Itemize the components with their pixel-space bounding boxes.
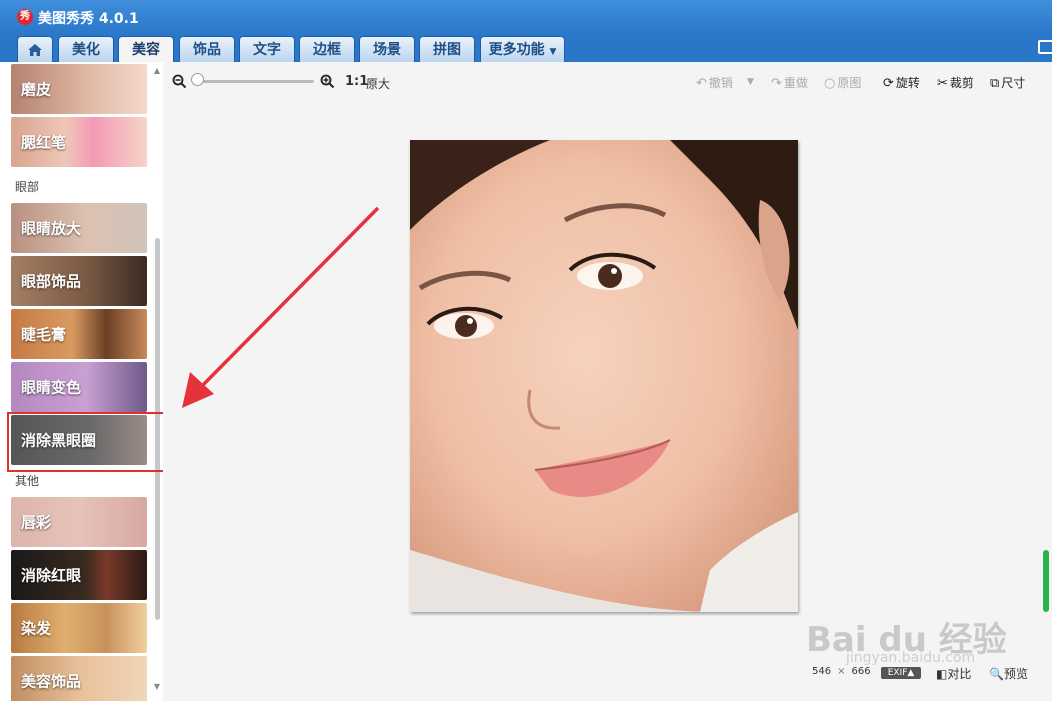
tab-beautify[interactable]: 美化 <box>58 36 114 62</box>
tab-border[interactable]: 边框 <box>299 36 355 62</box>
undo-label: 撤销 <box>708 76 733 90</box>
image-dimensions: 546 × 666 <box>812 666 871 677</box>
tool-remove-red-eye[interactable]: 消除红眼 <box>11 550 147 600</box>
section-other: 其他 <box>15 474 40 488</box>
dimension-separator: × <box>837 666 846 677</box>
zoom-slider-track[interactable] <box>197 80 314 83</box>
compare-button[interactable]: ◧对比 <box>936 665 971 682</box>
folder-icon[interactable] <box>1038 40 1052 54</box>
canvas-scroll-indicator[interactable] <box>1043 550 1049 612</box>
zoom-out-icon[interactable] <box>172 74 187 89</box>
redo-icon: ↷ <box>771 76 782 91</box>
scissors-icon: ✂ <box>937 76 948 91</box>
undo-icon: ↶ <box>696 76 707 91</box>
more-features-label: 更多功能 <box>488 42 545 58</box>
circle-icon: ○ <box>824 76 836 91</box>
chevron-down-icon: ▼ <box>747 77 754 87</box>
tool-beauty-accessories[interactable]: 美容饰品 <box>11 656 147 701</box>
tool-label: 消除红眼 <box>21 566 82 585</box>
tool-lip-color[interactable]: 唇彩 <box>11 497 147 547</box>
tab-scene[interactable]: 场景 <box>359 36 415 62</box>
preview-button[interactable]: 🔍预览 <box>989 665 1028 682</box>
crop-button[interactable]: ✂ 裁剪 <box>937 74 974 91</box>
app-title: 美图秀秀 4.0.1 <box>38 11 139 27</box>
preview-label: 预览 <box>1003 667 1028 681</box>
rotate-button[interactable]: ⟳ 旋转 <box>883 74 920 91</box>
crop-label: 裁剪 <box>949 76 974 90</box>
resize-button[interactable]: ⧉ 尺寸 <box>990 74 1025 91</box>
tab-more-features[interactable]: 更多功能 ▼ <box>480 36 565 62</box>
editor-toolbar: 1:1 原大 ↶ 撤销 ▼ ↷ 重做 ○ 原图 ⟳ 旋转 ✂ 裁剪 ⧉ 尺寸 <box>163 62 1052 102</box>
undo-dropdown[interactable]: ▼ <box>747 77 754 87</box>
title-bar: 秀 美图秀秀 4.0.1 <box>0 0 1052 36</box>
app-logo-icon: 秀 <box>17 9 33 25</box>
tool-hair-dye[interactable]: 染发 <box>11 603 147 653</box>
image-width: 546 <box>812 666 832 677</box>
tool-label: 睫毛膏 <box>21 325 67 344</box>
rotate-icon: ⟳ <box>883 76 894 91</box>
tool-label: 眼睛变色 <box>21 378 82 397</box>
preview-icon: 🔍 <box>989 667 1004 681</box>
tab-accessories[interactable]: 饰品 <box>179 36 235 62</box>
compare-label: 对比 <box>947 667 972 681</box>
exif-button[interactable]: EXIF▲ <box>881 667 921 679</box>
tool-label: 眼睛放大 <box>21 219 82 238</box>
actual-size-label[interactable]: 原大 <box>366 75 390 92</box>
portrait-image <box>410 140 798 612</box>
beauty-tool-sidebar: 磨皮 腮红笔 眼部 眼睛放大 眼部饰品 睫毛膏 眼睛变色 消除黑眼圈 其他 唇彩… <box>0 62 163 701</box>
tool-label: 腮红笔 <box>21 133 67 152</box>
home-icon <box>28 44 42 56</box>
zoom-slider-knob[interactable] <box>191 73 204 86</box>
chevron-down-icon: ▼ <box>549 47 557 57</box>
resize-label: 尺寸 <box>1001 76 1026 90</box>
tool-label: 磨皮 <box>21 80 52 99</box>
section-eyes: 眼部 <box>15 180 40 194</box>
tool-eye-color[interactable]: 眼睛变色 <box>11 362 147 412</box>
tab-home[interactable] <box>17 36 53 62</box>
tab-text[interactable]: 文字 <box>239 36 295 62</box>
watermark-url: jingyan.baidu.com <box>846 650 976 666</box>
resize-icon: ⧉ <box>990 76 1000 91</box>
redo-label: 重做 <box>783 76 808 90</box>
actual-size-button[interactable]: 1:1 <box>345 74 368 89</box>
original-button[interactable]: ○ 原图 <box>824 74 861 91</box>
original-label: 原图 <box>837 76 862 90</box>
undo-button[interactable]: ↶ 撤销 <box>696 74 733 91</box>
redo-button[interactable]: ↷ 重做 <box>771 74 808 91</box>
tab-collage[interactable]: 拼图 <box>419 36 475 62</box>
editor-canvas: 1:1 原大 ↶ 撤销 ▼ ↷ 重做 ○ 原图 ⟳ 旋转 ✂ 裁剪 ⧉ 尺寸 B… <box>163 62 1052 701</box>
rotate-label: 旋转 <box>895 76 920 90</box>
tool-label: 美容饰品 <box>21 672 82 691</box>
tool-label: 唇彩 <box>21 513 52 532</box>
tab-beauty[interactable]: 美容 <box>118 36 174 62</box>
tool-label: 眼部饰品 <box>21 272 82 291</box>
tool-eye-enlarge[interactable]: 眼睛放大 <box>11 203 147 253</box>
tool-label: 染发 <box>21 619 52 638</box>
edited-photo[interactable] <box>410 140 798 612</box>
scroll-down-icon[interactable]: ▼ <box>152 682 162 691</box>
tool-mascara[interactable]: 睫毛膏 <box>11 309 147 359</box>
sidebar-scrollbar[interactable]: ▲ ▼ <box>152 66 162 692</box>
tool-smooth-skin[interactable]: 磨皮 <box>11 64 147 114</box>
scroll-up-icon[interactable]: ▲ <box>152 66 162 75</box>
tool-blush-brush[interactable]: 腮红笔 <box>11 117 147 167</box>
compare-icon: ◧ <box>936 667 948 681</box>
image-height: 666 <box>851 666 871 677</box>
zoom-in-icon[interactable] <box>320 74 335 89</box>
tool-eye-accessories[interactable]: 眼部饰品 <box>11 256 147 306</box>
tab-strip: 美化 美容 饰品 文字 边框 场景 拼图 更多功能 ▼ <box>0 36 1052 62</box>
highlight-box <box>7 412 163 472</box>
